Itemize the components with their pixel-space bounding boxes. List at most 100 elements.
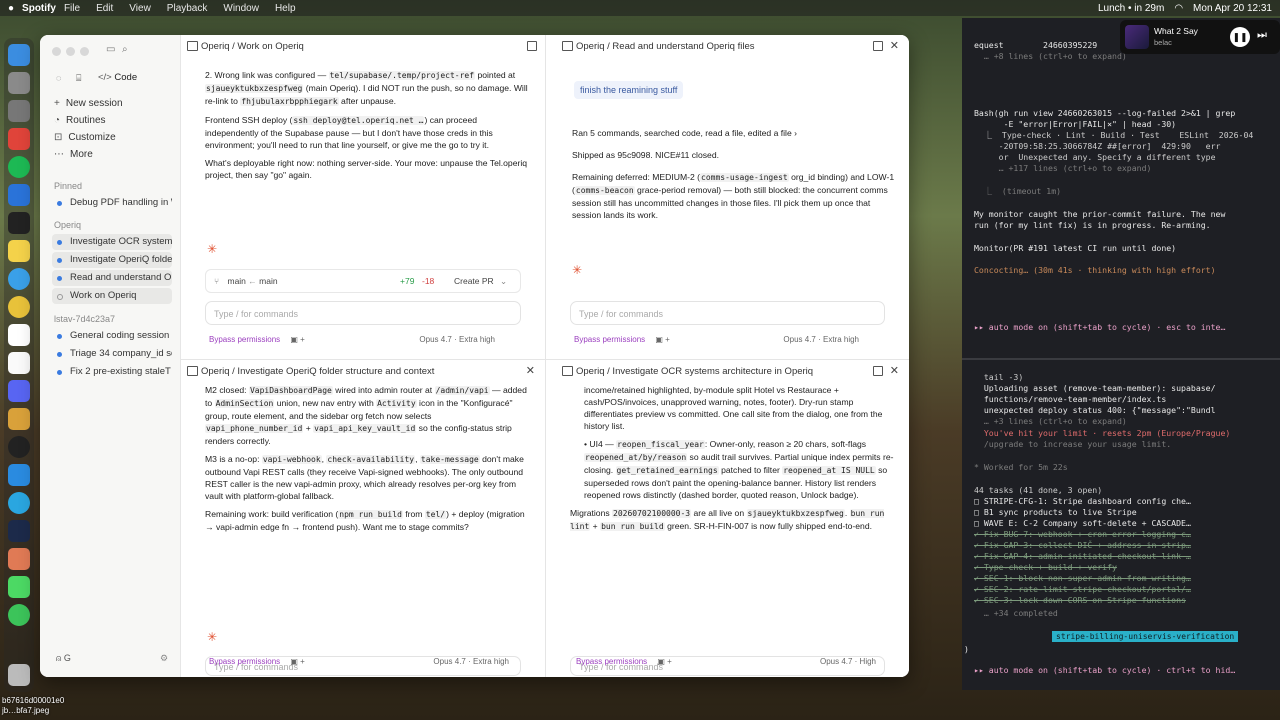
prompt-input[interactable]: Type / for commands — [205, 301, 521, 325]
sidebar-customize[interactable]: ⊡ Customize — [54, 132, 116, 143]
now-playing-widget[interactable]: What 2 Say belac ❚❚ ⏭ — [1120, 20, 1280, 54]
vscode-icon[interactable] — [8, 464, 30, 486]
list-item: • UI4 — reopen_fiscal_year: Owner-only, … — [584, 439, 894, 500]
sidebar-item-lstav-0[interactable]: General coding session — [52, 328, 172, 344]
attach-icon[interactable]: ▣ + — [657, 657, 671, 666]
safari-icon[interactable] — [8, 268, 30, 290]
bypass-permissions-toggle[interactable]: Bypass permissions — [209, 335, 280, 344]
menubar-app-name[interactable]: Spotify — [22, 3, 56, 14]
model-selector[interactable]: Opus 4.7 · Extra high — [783, 335, 859, 344]
sidebar-item-operiq-3[interactable]: Work on Operiq — [52, 288, 172, 304]
model-selector[interactable]: Opus 4.7 · Extra high — [433, 657, 509, 666]
telegram-icon[interactable] — [8, 492, 30, 514]
chat-icon[interactable]: ◌ — [56, 73, 61, 83]
expand-pane-icon[interactable] — [527, 41, 537, 51]
sidebar-item-operiq-1[interactable]: Investigate OperiQ folde — [52, 252, 172, 268]
user-message-chip: finish the reamining stuff — [574, 81, 684, 99]
pane-title[interactable]: Operiq / Investigate OperiQ folder struc… — [201, 366, 434, 377]
cowork-icon[interactable]: ⌸ — [76, 73, 81, 84]
create-pr-button[interactable]: Create PR — [454, 270, 494, 292]
sidebar-item-lstav-1[interactable]: Triage 34 company_id sc — [52, 346, 172, 362]
message-body: 2. Wrong link was configured — tel/supab… — [205, 69, 531, 187]
menu-playback[interactable]: Playback — [167, 3, 208, 14]
pane-title[interactable]: Operiq / Read and understand Operiq file… — [576, 41, 755, 52]
close-window-button[interactable] — [52, 47, 61, 56]
settings-icon[interactable] — [8, 100, 30, 122]
search-icon[interactable]: ⌕ — [122, 44, 128, 55]
sidebar-settings-icon[interactable]: ⚙ — [160, 653, 168, 664]
whatsapp-icon[interactable] — [8, 604, 30, 626]
next-track-icon[interactable]: ⏭ — [1257, 29, 1267, 42]
bypass-permissions-toggle[interactable]: Bypass permissions — [209, 657, 280, 666]
tab-code[interactable]: </> Code — [92, 71, 143, 85]
menu-edit[interactable]: Edit — [96, 3, 113, 14]
branch-from[interactable]: main — [227, 276, 245, 286]
messages-icon[interactable] — [8, 576, 30, 598]
terminal-icon[interactable] — [8, 520, 30, 542]
expand-pane-icon[interactable] — [873, 366, 883, 376]
github-icon[interactable] — [8, 436, 30, 458]
bypass-permissions-toggle[interactable]: Bypass permissions — [574, 335, 645, 344]
finder-icon[interactable] — [8, 44, 30, 66]
zoom-window-button[interactable] — [80, 47, 89, 56]
trash-icon[interactable] — [8, 664, 30, 686]
app-red-icon[interactable] — [8, 128, 30, 150]
attach-icon[interactable]: ▣ + — [290, 657, 304, 666]
calendar-reminder[interactable]: Lunch • in 29m — [1098, 3, 1164, 14]
desktop-file-label[interactable]: b67616d00001e0 jb…bfa7.jpeg — [2, 696, 64, 716]
terminal-line: ⎿ Type-check · Lint · Build · Test ESLin… — [974, 130, 1254, 140]
bypass-permissions-toggle[interactable]: Bypass permissions — [576, 657, 647, 666]
claude-icon[interactable] — [8, 548, 30, 570]
clock[interactable]: Mon Apr 20 12:31 — [1193, 3, 1272, 14]
track-artist: belac — [1154, 38, 1172, 47]
wifi-icon[interactable]: ◠ — [1174, 3, 1183, 14]
model-selector[interactable]: Opus 4.7 · High — [820, 657, 876, 666]
sidebar-routines[interactable]: ◔ Routines — [54, 115, 106, 126]
pause-icon[interactable]: ❚❚ — [1230, 27, 1250, 47]
notes-icon[interactable] — [8, 240, 30, 262]
sidebar-more[interactable]: ⋯ More — [54, 149, 93, 160]
task-open: □ B1 sync products to live Stripe — [974, 507, 1137, 517]
account-icon[interactable]: ⍝ G — [56, 653, 71, 664]
menu-file[interactable]: File — [64, 3, 80, 14]
launchpad-icon[interactable] — [8, 72, 30, 94]
sidebar-new-session[interactable]: + New session — [54, 98, 123, 109]
attach-icon[interactable]: ▣ + — [655, 335, 669, 344]
expand-pane-icon[interactable] — [873, 41, 883, 51]
notion-icon[interactable] — [8, 324, 30, 346]
minimize-window-button[interactable] — [66, 47, 75, 56]
app-blue-icon[interactable] — [8, 184, 30, 206]
spotify-icon[interactable] — [8, 156, 30, 178]
pane-title[interactable]: Operiq / Work on Operiq — [201, 41, 304, 52]
menu-view[interactable]: View — [129, 3, 151, 14]
discord-icon[interactable] — [8, 380, 30, 402]
app-yellow-icon[interactable] — [8, 408, 30, 430]
close-pane-icon[interactable]: ✕ — [890, 39, 899, 52]
sidebar-item-pinned-0[interactable]: Debug PDF handling in W — [52, 195, 172, 211]
pane-icon — [187, 366, 198, 376]
menu-window[interactable]: Window — [223, 3, 259, 14]
sidebar-item-lstav-2[interactable]: Fix 2 pre-existing staleT — [52, 364, 172, 380]
chrome-icon[interactable] — [8, 296, 30, 318]
menu-help[interactable]: Help — [275, 3, 296, 14]
sidebar-item-operiq-0[interactable]: Investigate OCR system — [52, 234, 172, 250]
prompt-input[interactable]: Type / for commands — [570, 301, 885, 325]
calendar-icon[interactable] — [8, 352, 30, 374]
apple-icon[interactable]: ● — [8, 3, 14, 14]
model-selector[interactable]: Opus 4.7 · Extra high — [419, 335, 495, 344]
session-title: Fix 2 pre-existing staleT — [70, 366, 171, 377]
terminal-line: My monitor caught the prior-commit failu… — [974, 209, 1226, 219]
pane-title[interactable]: Operiq / Investigate OCR systems archite… — [576, 366, 813, 377]
chevron-down-icon[interactable]: ⌄ — [500, 270, 507, 292]
tool-summary[interactable]: Ran 5 commands, searched code, read a fi… — [572, 127, 895, 139]
toggle-sidebar-icon[interactable]: ▭ — [106, 44, 115, 55]
branch-to[interactable]: main — [259, 276, 277, 286]
capcut-icon[interactable] — [8, 212, 30, 234]
terminal-prompt[interactable]: ) — [964, 644, 1272, 654]
sidebar-item-operiq-2[interactable]: Read and understand O — [52, 270, 172, 286]
close-pane-icon[interactable]: ✕ — [890, 364, 899, 377]
attach-icon[interactable]: ▣ + — [290, 335, 304, 344]
close-pane-icon[interactable]: ✕ — [526, 364, 535, 377]
terminal-line: * Worked for 5m 22s — [974, 462, 1068, 472]
session-title: Read and understand O — [70, 272, 172, 283]
